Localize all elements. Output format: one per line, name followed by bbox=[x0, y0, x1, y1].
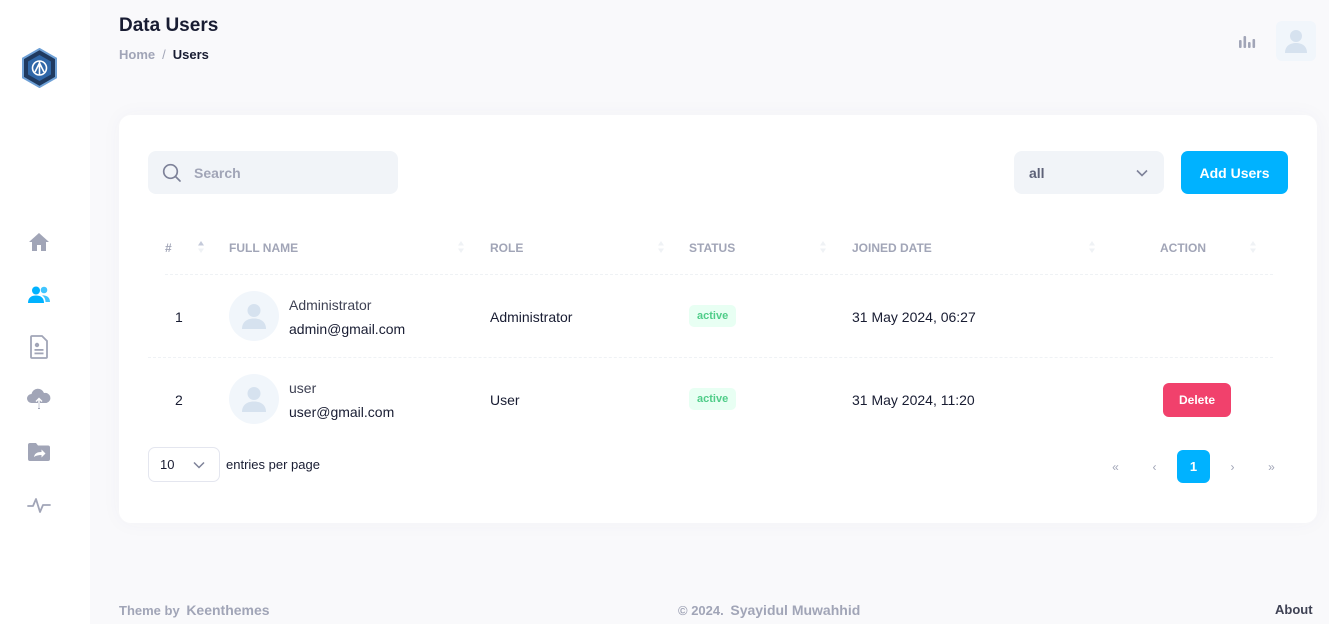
nav-upload[interactable] bbox=[25, 385, 53, 413]
sort-asc-icon bbox=[198, 241, 204, 253]
footer-copyright: © 2024. Syayidul Muwahhid bbox=[678, 602, 860, 618]
footer-about-link[interactable]: About bbox=[1275, 602, 1313, 617]
user-full-name[interactable]: user bbox=[289, 380, 316, 396]
sort-icon bbox=[658, 241, 664, 253]
row-number: 1 bbox=[175, 309, 183, 325]
search-input[interactable] bbox=[194, 164, 394, 181]
nav-home[interactable] bbox=[25, 228, 53, 256]
breadcrumb: Home / Users bbox=[119, 47, 209, 62]
footer-theme-credit: Theme by Keenthemes bbox=[119, 602, 270, 618]
user-menu-avatar[interactable] bbox=[1276, 21, 1316, 61]
user-email: admin@gmail.com bbox=[289, 321, 406, 337]
stats-button[interactable] bbox=[1236, 31, 1258, 51]
nav-documents[interactable] bbox=[25, 333, 53, 361]
sort-icon bbox=[458, 241, 464, 253]
footer-theme-link[interactable]: Keenthemes bbox=[186, 602, 269, 618]
user-role: Administrator bbox=[490, 309, 573, 325]
user-full-name[interactable]: Administrator bbox=[289, 297, 371, 313]
status-badge: active bbox=[689, 388, 737, 410]
user-avatar-icon bbox=[242, 304, 266, 329]
footer-theme-prefix: Theme by bbox=[119, 603, 180, 618]
app-logo[interactable] bbox=[21, 47, 58, 89]
cloud-upload-icon bbox=[27, 388, 51, 409]
home-icon bbox=[29, 233, 49, 251]
sort-icon bbox=[1250, 241, 1256, 253]
column-header-action[interactable]: Action bbox=[1160, 241, 1206, 255]
users-card: all Add Users # Full Name Role Status Jo… bbox=[119, 115, 1317, 523]
joined-date: 31 May 2024, 11:20 bbox=[852, 392, 975, 408]
header-divider bbox=[165, 274, 1273, 275]
footer-copyright-year: © 2024. bbox=[678, 603, 724, 618]
pagination-page-1[interactable]: 1 bbox=[1177, 450, 1210, 483]
footer-author: Syayidul Muwahhid bbox=[730, 602, 861, 618]
breadcrumb-separator: / bbox=[162, 47, 166, 62]
column-header-full-name[interactable]: Full Name bbox=[229, 241, 298, 255]
nav-shared-folder[interactable] bbox=[25, 438, 53, 466]
column-header-number[interactable]: # bbox=[165, 241, 172, 255]
row-number: 2 bbox=[175, 392, 183, 408]
role-filter-value: all bbox=[1029, 164, 1045, 181]
sort-icon bbox=[1089, 241, 1095, 253]
delete-user-button[interactable]: Delete bbox=[1163, 383, 1231, 417]
breadcrumb-home-link[interactable]: Home bbox=[119, 47, 155, 62]
search-icon bbox=[162, 163, 181, 182]
entries-per-page-label: entries per page bbox=[226, 457, 320, 472]
role-filter-select[interactable]: all bbox=[1014, 151, 1164, 194]
search-box bbox=[148, 151, 398, 194]
nav-activity[interactable] bbox=[25, 491, 53, 519]
users-icon bbox=[28, 286, 50, 303]
pagination-first[interactable]: « bbox=[1099, 450, 1132, 483]
activity-icon bbox=[27, 498, 51, 513]
page-size-select[interactable]: 10 bbox=[148, 447, 220, 482]
page-size-value: 10 bbox=[160, 457, 175, 472]
document-icon bbox=[30, 335, 48, 359]
avatar bbox=[229, 374, 279, 424]
sort-icon bbox=[820, 241, 826, 253]
nav-users[interactable] bbox=[25, 281, 53, 309]
pagination-prev[interactable]: ‹ bbox=[1138, 450, 1171, 483]
status-badge: active bbox=[689, 305, 737, 327]
sidebar bbox=[0, 0, 90, 624]
user-email: user@gmail.com bbox=[289, 404, 395, 420]
pagination-last[interactable]: » bbox=[1255, 450, 1288, 483]
user-role: User bbox=[490, 392, 520, 408]
column-header-joined-date[interactable]: Joined Date bbox=[852, 241, 932, 255]
chevron-down-icon bbox=[1136, 169, 1148, 177]
avatar bbox=[229, 291, 279, 341]
user-avatar-icon bbox=[242, 387, 266, 412]
column-header-status[interactable]: Status bbox=[689, 241, 735, 255]
add-users-button[interactable]: Add Users bbox=[1181, 151, 1288, 194]
bar-chart-icon bbox=[1239, 36, 1256, 48]
breadcrumb-current: Users bbox=[172, 47, 209, 62]
user-avatar-icon bbox=[1285, 30, 1307, 53]
chevron-down-icon bbox=[193, 461, 205, 469]
folder-share-icon bbox=[28, 443, 50, 461]
column-header-role[interactable]: Role bbox=[490, 241, 523, 255]
pagination-next[interactable]: › bbox=[1216, 450, 1249, 483]
page-title: Data Users bbox=[119, 15, 219, 36]
joined-date: 31 May 2024, 06:27 bbox=[852, 309, 976, 325]
row-divider bbox=[148, 357, 1273, 358]
